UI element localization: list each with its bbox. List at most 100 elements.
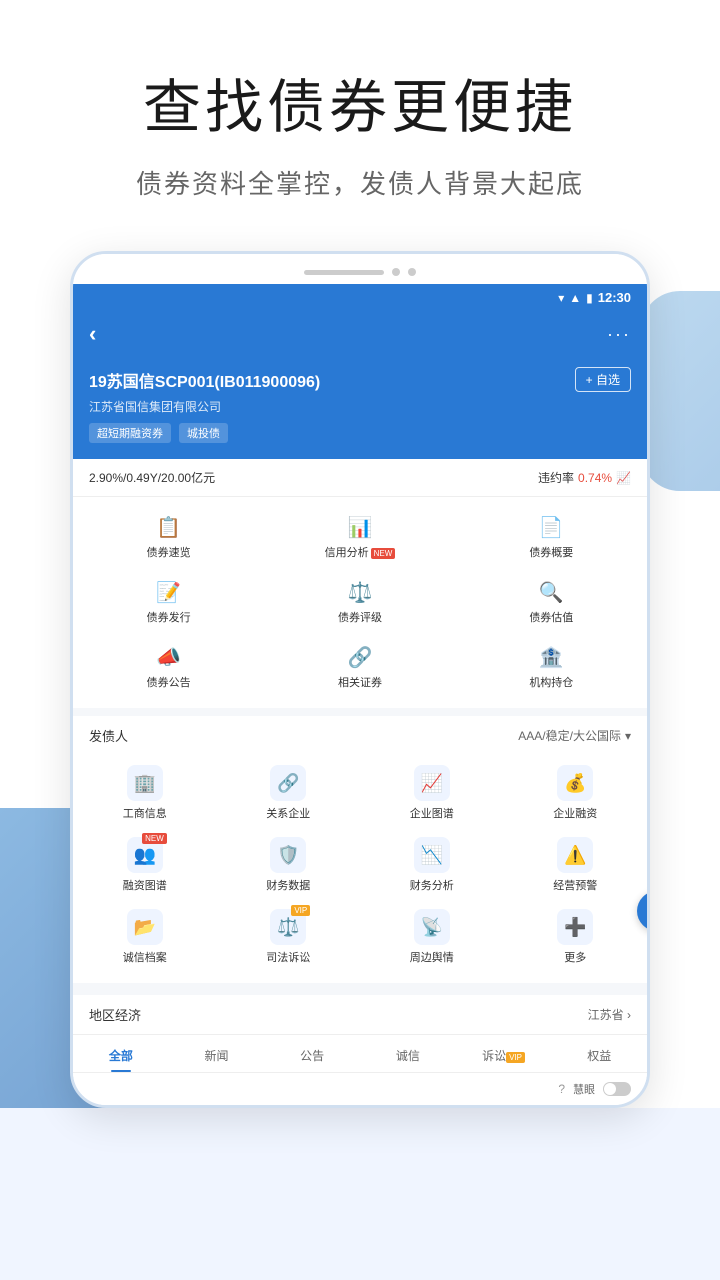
issuer-label: 发债人 xyxy=(89,726,128,745)
menu-item-5[interactable]: 🔍 债券估值 xyxy=(456,570,647,635)
company-item-5[interactable]: 🛡️ 财务数据 xyxy=(217,829,361,901)
company-item-6[interactable]: 📉 财务分析 xyxy=(360,829,504,901)
company-icon-7: ⚠️ xyxy=(557,837,593,873)
notch-dot-2 xyxy=(408,268,416,276)
status-bar: ▾ ▲ ▮ 12:30 xyxy=(73,284,647,311)
menu-grid: 📋 债券速览 📊 信用分析NEW 📄 债券概要 📝 债券发行 ⚖️ xyxy=(73,497,647,716)
company-item-3[interactable]: 💰 企业融资 xyxy=(504,757,648,829)
company-icon-3: 💰 xyxy=(557,765,593,801)
badge-vip-icon: VIP xyxy=(291,905,310,916)
phone-footer: ? 慧眼 xyxy=(73,1073,647,1105)
menu-item-1[interactable]: 📊 信用分析NEW xyxy=(264,505,455,570)
company-item-7[interactable]: ⚠️ 经营预警 xyxy=(504,829,648,901)
company-item-8[interactable]: 📂 诚信档案 xyxy=(73,901,217,973)
badge-new-icon: NEW xyxy=(142,833,167,844)
menu-icon-0: 📋 xyxy=(156,515,181,540)
region-value: 江苏省 › xyxy=(588,1006,631,1023)
tab-gonggao[interactable]: 公告 xyxy=(264,1043,360,1068)
menu-item-8[interactable]: 🏦 机构持仓 xyxy=(456,635,647,700)
menu-icon-1: 📊 xyxy=(348,515,373,540)
badge-new: NEW xyxy=(371,548,396,559)
bond-stats: 2.90%/0.49Y/20.00亿元 违约率 0.74% 📈 xyxy=(73,459,647,497)
menu-item-3[interactable]: 📝 债券发行 xyxy=(73,570,264,635)
tab-susong[interactable]: 诉讼VIP xyxy=(456,1043,552,1068)
company-item-more[interactable]: ➕ 更多 Ai ☰ xyxy=(504,901,648,973)
menu-icon-5: 🔍 xyxy=(539,580,564,605)
nav-bar: ‹ ··· xyxy=(73,311,647,357)
menu-icon-3: 📝 xyxy=(156,580,181,605)
menu-item-4[interactable]: ⚖️ 债券评级 xyxy=(264,570,455,635)
bond-title: 19苏国信SCP001(IB011900096) xyxy=(89,368,320,392)
bond-header: 19苏国信SCP001(IB011900096) + 自选 江苏省国信集团有限公… xyxy=(73,357,647,459)
company-label-more: 更多 xyxy=(564,949,586,965)
company-icon-1: 🔗 xyxy=(270,765,306,801)
tab-chenxin[interactable]: 诚信 xyxy=(360,1043,456,1068)
phone-screen: ▾ ▲ ▮ 12:30 ‹ ··· 19苏国信SCP001(IB01190009… xyxy=(73,284,647,1105)
tab-quanbu[interactable]: 全部 xyxy=(73,1043,169,1068)
company-item-10[interactable]: 📡 周边舆情 xyxy=(360,901,504,973)
bond-stats-left: 2.90%/0.49Y/20.00亿元 xyxy=(89,469,215,486)
chart-icon: 📈 xyxy=(616,471,631,485)
chevron-down-icon: ▾ xyxy=(625,729,631,743)
menu-icon-8: 🏦 xyxy=(539,645,564,670)
company-item-4[interactable]: NEW 👥 融资图谱 xyxy=(73,829,217,901)
bond-stats-right: 违约率 0.74% 📈 xyxy=(538,469,631,486)
notch-dot xyxy=(392,268,400,276)
menu-icon-4: ⚖️ xyxy=(348,580,373,605)
menu-label-8: 机构持仓 xyxy=(529,674,573,690)
bond-tag-1: 城投债 xyxy=(179,423,228,443)
menu-item-6[interactable]: 📣 债券公告 xyxy=(73,635,264,700)
company-item-2[interactable]: 📈 企业图谱 xyxy=(360,757,504,829)
tab-bar: 全部 新闻 公告 诚信 诉讼VIP 权益 xyxy=(73,1034,647,1073)
back-button[interactable]: ‹ xyxy=(89,321,96,347)
wifi-icon: ▾ xyxy=(558,291,564,305)
zixuan-button[interactable]: + 自选 xyxy=(575,367,631,392)
company-label-4: 融资图谱 xyxy=(123,877,167,893)
company-icon-10: 📡 xyxy=(414,909,450,945)
status-time: 12:30 xyxy=(598,290,631,305)
company-item-0[interactable]: 🏢 工商信息 xyxy=(73,757,217,829)
company-label-3: 企业融资 xyxy=(553,805,597,821)
tab-quanyi[interactable]: 权益 xyxy=(551,1043,647,1068)
region-section[interactable]: 地区经济 江苏省 › xyxy=(73,989,647,1034)
company-label-10: 周边舆情 xyxy=(410,949,454,965)
company-item-1[interactable]: 🔗 关系企业 xyxy=(217,757,361,829)
phone-frame: ▾ ▲ ▮ 12:30 ‹ ··· 19苏国信SCP001(IB01190009… xyxy=(70,251,650,1108)
menu-label-7: 相关证券 xyxy=(338,674,382,690)
bond-tags: 超短期融资券 城投债 xyxy=(89,423,631,443)
violation-rate: 0.74% xyxy=(578,471,612,485)
toggle-knob xyxy=(604,1083,616,1095)
status-icons: ▾ ▲ ▮ 12:30 xyxy=(558,290,631,305)
company-label-6: 财务分析 xyxy=(410,877,454,893)
company-item-9[interactable]: VIP ⚖️ 司法诉讼 xyxy=(217,901,361,973)
issuer-rating: AAA/稳定/大公国际 xyxy=(518,727,621,744)
menu-icon-6: 📣 xyxy=(156,645,181,670)
huiyan-toggle[interactable] xyxy=(603,1082,631,1096)
menu-item-2[interactable]: 📄 债券概要 xyxy=(456,505,647,570)
company-label-2: 企业图谱 xyxy=(410,805,454,821)
tab-xinwen[interactable]: 新闻 xyxy=(169,1043,265,1068)
company-icon-6: 📉 xyxy=(414,837,450,873)
company-label-5: 财务数据 xyxy=(266,877,310,893)
notch-bar xyxy=(304,270,384,275)
more-button[interactable]: ··· xyxy=(607,324,631,345)
tab-vip-badge: VIP xyxy=(506,1052,525,1063)
menu-label-4: 债券评级 xyxy=(338,609,382,625)
company-label-9: 司法诉讼 xyxy=(266,949,310,965)
question-icon: ? xyxy=(558,1082,565,1096)
menu-icon-2: 📄 xyxy=(539,515,564,540)
menu-item-7[interactable]: 🔗 相关证券 xyxy=(264,635,455,700)
company-icon-0: 🏢 xyxy=(127,765,163,801)
phone-section: ▾ ▲ ▮ 12:30 ‹ ··· 19苏国信SCP001(IB01190009… xyxy=(0,241,720,1108)
company-icon-8: 📂 xyxy=(127,909,163,945)
menu-item-0[interactable]: 📋 债券速览 xyxy=(73,505,264,570)
region-label: 地区经济 xyxy=(89,1005,141,1024)
company-label-0: 工商信息 xyxy=(123,805,167,821)
issuer-section: 发债人 AAA/稳定/大公国际 ▾ 🏢 工商信息 🔗 关系企业 xyxy=(73,716,647,983)
main-title: 查找债券更便捷 xyxy=(40,60,680,144)
menu-label-3: 债券发行 xyxy=(147,609,191,625)
company-grid: 🏢 工商信息 🔗 关系企业 📈 企业图谱 💰 企业融资 xyxy=(73,751,647,983)
menu-label-1: 信用分析NEW xyxy=(325,544,396,560)
menu-icon-7: 🔗 xyxy=(348,645,373,670)
issuer-header: 发债人 AAA/稳定/大公国际 ▾ xyxy=(73,716,647,751)
